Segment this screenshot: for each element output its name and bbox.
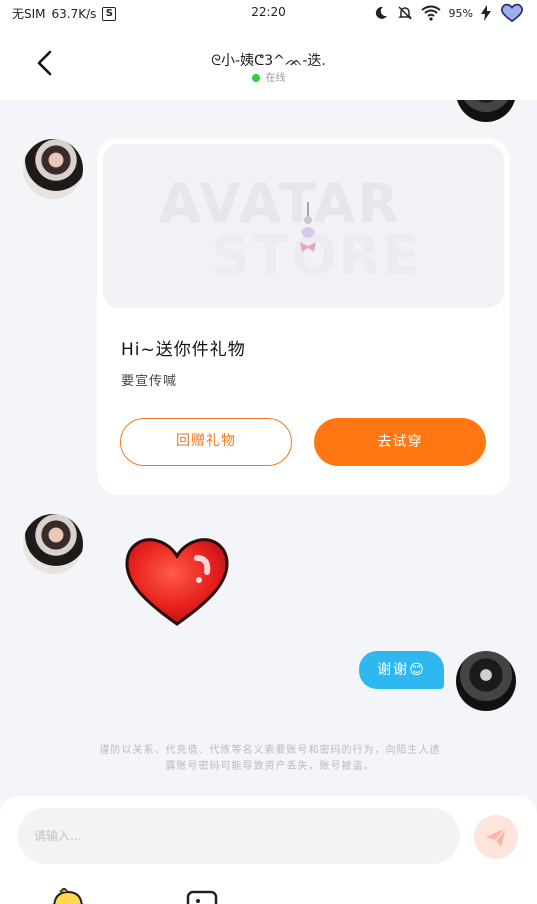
gift-charm-icon [300,202,316,252]
heart-battery-icon [500,3,524,23]
wifi-icon [420,5,441,21]
mute-bell-icon [397,6,412,20]
gift-banner-image: AVATAR STORE [103,144,504,308]
send-button[interactable] [474,815,518,859]
input-bar [0,796,537,904]
smile-emoji-icon: 😊 [409,662,426,678]
battery-text: 95% [448,6,473,20]
safety-notice: 谨防以关系、代充值、代练等名义索要账号和密码的行为，向陌生人透 露账号密码可能导… [40,743,500,775]
paper-plane-icon [486,827,507,847]
return-gift-button[interactable]: 回赠礼物 [120,418,292,466]
header-overlay [440,26,537,100]
sticker-icon[interactable] [50,888,86,904]
charging-bolt-icon [481,5,491,21]
heart-sticker-icon[interactable] [123,536,231,628]
self-avatar[interactable] [456,651,516,711]
image-icon[interactable] [186,890,218,904]
contact-avatar[interactable] [23,514,83,574]
try-on-button[interactable]: 去试穿 [314,418,486,466]
status-right: 95% [373,3,525,23]
gift-subtitle: 要宣传喊 [121,374,178,389]
online-status-text: 在线 [265,73,286,84]
message-input[interactable] [18,808,460,864]
moon-icon [375,6,387,19]
safety-notice-line-1: 谨防以关系、代充值、代练等名义索要账号和密码的行为，向陌生人透 [99,745,441,756]
sent-message-text: 谢谢 [377,662,410,678]
contact-avatar[interactable] [23,139,83,199]
sent-message-bubble[interactable]: 谢谢😊 [359,651,444,689]
online-dot-icon [251,74,260,82]
gift-title: Hi~送你件礼物 [121,340,246,360]
status-bar: 无SIM 63.7K/s S 22:20 95% [0,0,537,26]
gift-card[interactable]: AVATAR STORE Hi~送你件礼物 要宣传喊 回赠礼物 去试穿 [97,138,510,495]
safety-notice-line-2: 露账号密码可能导致资产丢失，账号被盗。 [165,761,375,772]
